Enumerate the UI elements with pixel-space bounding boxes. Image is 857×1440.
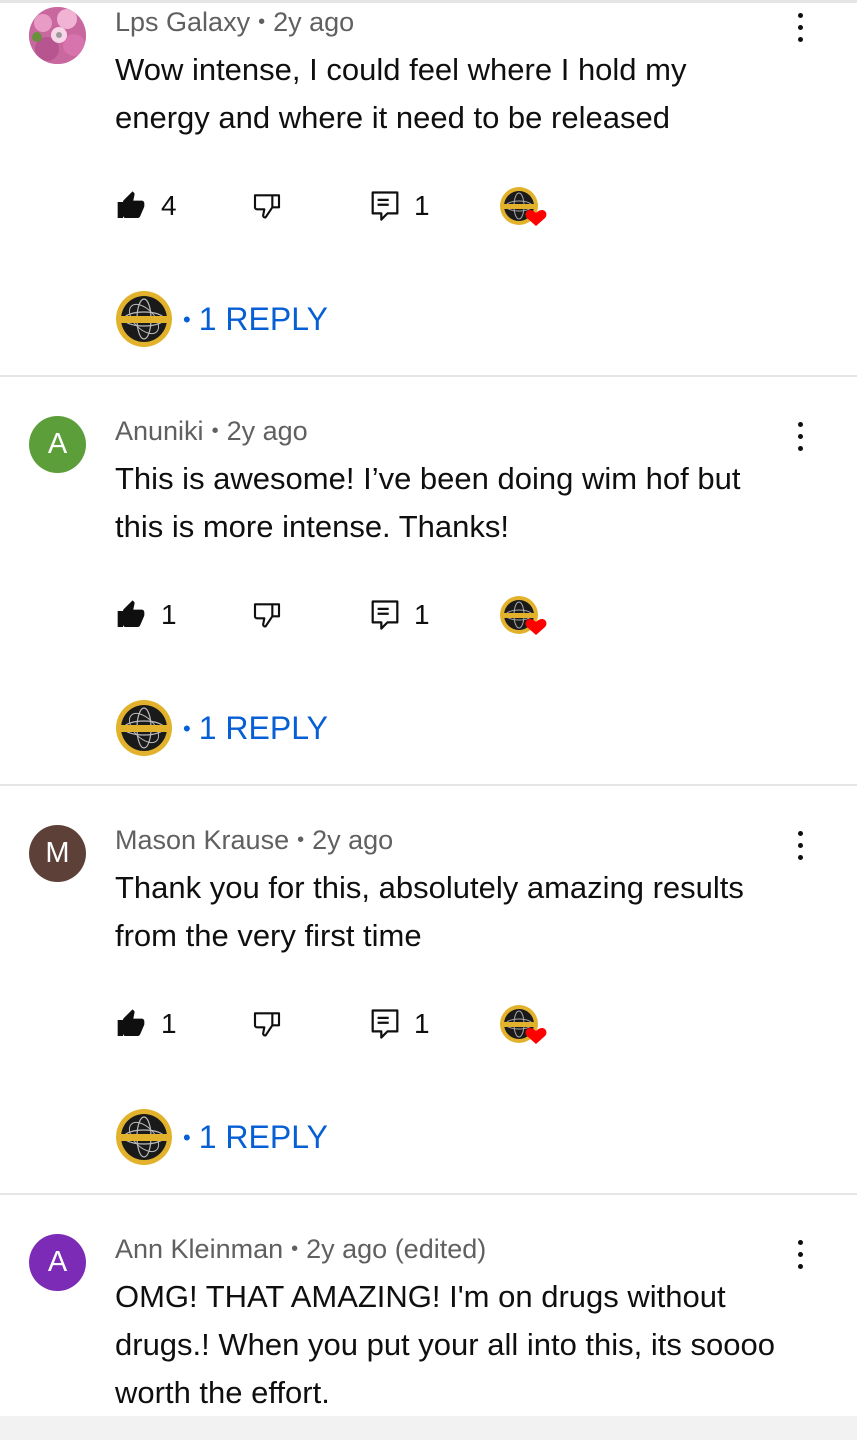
meta-separator: • xyxy=(258,11,266,33)
dislike-icon xyxy=(253,1012,281,1037)
channel-logo-icon xyxy=(116,1109,172,1165)
meta-separator: • xyxy=(291,1238,299,1260)
reply-label: 1 REPLY xyxy=(198,709,328,746)
comment-divider xyxy=(0,1193,857,1195)
channel-logo-icon xyxy=(116,700,172,756)
like-button[interactable]: 1 xyxy=(115,595,177,635)
dislike-icon xyxy=(253,603,281,628)
reply-count: 1 xyxy=(414,599,430,630)
author-name[interactable]: Lps Galaxy xyxy=(115,7,250,37)
comment-actions: 1 1 xyxy=(115,1004,575,1044)
channel-logo-icon xyxy=(116,291,172,347)
like-count: 4 xyxy=(161,190,177,221)
reply-button[interactable]: 1 xyxy=(370,1004,430,1044)
author-name[interactable]: Ann Kleinman xyxy=(115,1234,283,1264)
comment-text: This is awesome! I’ve been doing wim hof… xyxy=(115,455,835,551)
like-icon xyxy=(117,600,145,627)
comment-age: 2y ago xyxy=(312,825,394,855)
reply-count: 1 xyxy=(414,190,430,221)
top-divider xyxy=(0,0,857,3)
comment-actions: 1 1 xyxy=(115,595,575,635)
more-vert-icon[interactable] xyxy=(790,422,810,456)
creator-heart-icon xyxy=(499,186,551,228)
view-replies-button[interactable]: • 1 REPLY xyxy=(115,290,328,348)
creator-heart-icon xyxy=(499,1004,551,1046)
like-count: 1 xyxy=(161,599,177,630)
meta-separator: • xyxy=(297,829,305,851)
like-icon xyxy=(117,1009,145,1036)
more-vert-icon[interactable] xyxy=(790,1240,810,1274)
comment-text-line: Wow intense, I could feel where I hold m… xyxy=(115,52,687,87)
view-replies-button[interactable]: • 1 REPLY xyxy=(115,699,328,757)
like-button[interactable]: 1 xyxy=(115,1004,177,1044)
reply-label: 1 REPLY xyxy=(198,300,328,337)
comment-text-line: This is awesome! I’ve been doing wim hof… xyxy=(115,461,741,496)
reply-button[interactable]: 1 xyxy=(370,186,430,226)
reply-icon xyxy=(371,1009,399,1039)
avatar-letter: A xyxy=(47,1246,68,1278)
comment-text: OMG! THAT AMAZING! I'm on drugs without … xyxy=(115,1273,835,1417)
comment-age: 2y ago xyxy=(226,416,308,446)
author-name[interactable]: Anuniki xyxy=(115,416,204,446)
flower-photo-icon xyxy=(29,7,86,64)
comment-text: Wow intense, I could feel where I hold m… xyxy=(115,46,835,142)
comment-age: 2y ago xyxy=(273,7,355,37)
author-name[interactable]: Mason Krause xyxy=(115,825,289,855)
comment-meta: Anuniki • 2y ago xyxy=(115,416,308,447)
reply-label: 1 REPLY xyxy=(198,1118,328,1155)
dislike-button[interactable] xyxy=(251,595,283,635)
reply-count: 1 xyxy=(414,1008,430,1039)
comment-divider xyxy=(0,784,857,786)
more-vert-icon[interactable] xyxy=(790,13,810,47)
comment-text-line: OMG! THAT AMAZING! I'm on drugs without xyxy=(115,1279,726,1314)
like-count: 1 xyxy=(161,1008,177,1039)
reply-icon xyxy=(371,600,399,630)
avatar-letter: M xyxy=(45,837,70,869)
creator-heart-icon xyxy=(499,595,551,637)
like-button[interactable]: 4 xyxy=(115,186,177,226)
comment-text-line: Thank you for this, absolutely amazing r… xyxy=(115,870,744,905)
comment-text-line: from the very first time xyxy=(115,918,422,953)
comment-age: 2y ago (edited) xyxy=(306,1234,487,1264)
comment-text: Thank you for this, absolutely amazing r… xyxy=(115,864,835,960)
comment-meta: Mason Krause • 2y ago xyxy=(115,825,393,856)
meta-separator: • xyxy=(211,420,219,442)
reply-dot: • xyxy=(183,306,191,332)
avatar[interactable]: M xyxy=(29,825,86,882)
comment-text-line: energy and where it need to be released xyxy=(115,100,670,135)
reply-dot: • xyxy=(183,715,191,741)
comment-divider xyxy=(0,375,857,377)
bottom-bar xyxy=(0,1416,857,1440)
avatar[interactable]: A xyxy=(29,1234,86,1291)
dislike-button[interactable] xyxy=(251,1004,283,1044)
comment-actions: 4 1 xyxy=(115,186,575,226)
like-icon xyxy=(117,191,145,218)
more-vert-icon[interactable] xyxy=(790,831,810,865)
comment-text-line: worth the effort. xyxy=(115,1375,330,1410)
view-replies-button[interactable]: • 1 REPLY xyxy=(115,1108,328,1166)
avatar[interactable] xyxy=(29,7,86,64)
comment-text-line: this is more intense. Thanks! xyxy=(115,509,509,544)
reply-button[interactable]: 1 xyxy=(370,595,430,635)
reply-dot: • xyxy=(183,1124,191,1150)
dislike-button[interactable] xyxy=(251,186,283,226)
avatar[interactable]: A xyxy=(29,416,86,473)
avatar-letter: A xyxy=(47,428,68,460)
comment-text-line: drugs.! When you put your all into this,… xyxy=(115,1327,775,1362)
reply-icon xyxy=(371,191,399,221)
comment-meta: Lps Galaxy • 2y ago xyxy=(115,7,354,38)
dislike-icon xyxy=(253,194,281,219)
comment-meta: Ann Kleinman • 2y ago (edited) xyxy=(115,1234,486,1265)
